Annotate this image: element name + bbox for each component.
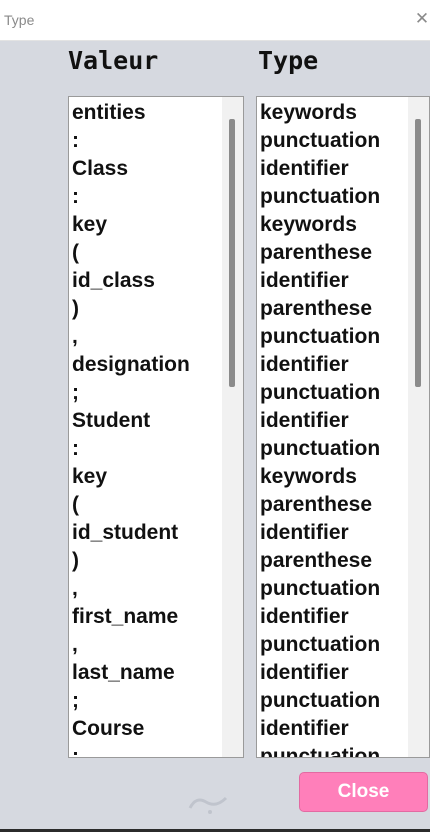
type-list-item[interactable]: parenthese — [260, 489, 409, 517]
type-list-item[interactable]: punctuation — [260, 685, 409, 713]
type-list-item[interactable]: parenthese — [260, 545, 409, 573]
type-list-item[interactable]: identifier — [260, 405, 409, 433]
type-column-header: Type — [258, 46, 319, 75]
valeur-list-item[interactable]: , — [72, 573, 223, 601]
type-scrollbar[interactable] — [408, 97, 429, 757]
type-list: keywords punctuation identifier punctuation… — [260, 97, 409, 757]
valeur-list-item[interactable]: ) — [72, 545, 223, 573]
type-list-item[interactable]: punctuation — [260, 573, 409, 601]
type-list-item[interactable]: punctuation — [260, 321, 409, 349]
valeur-list-item[interactable]: ( — [72, 489, 223, 517]
valeur-list-item[interactable]: , — [72, 321, 223, 349]
close-button[interactable]: Close — [299, 772, 428, 812]
valeur-list-item[interactable]: : — [72, 433, 223, 461]
type-list-item[interactable]: keywords — [260, 97, 409, 125]
valeur-list-item[interactable]: : — [72, 181, 223, 209]
type-list-item[interactable]: identifier — [260, 265, 409, 293]
watermark-logo — [188, 796, 228, 814]
valeur-list-item[interactable]: , — [72, 629, 223, 657]
valeur-list-item[interactable]: key — [72, 209, 223, 237]
type-scrollbar-thumb[interactable] — [415, 119, 421, 387]
valeur-list-item[interactable]: Course — [72, 713, 223, 741]
valeur-list-item[interactable]: ( — [72, 237, 223, 265]
type-list-item[interactable]: punctuation — [260, 181, 409, 209]
valeur-list-item[interactable]: designation — [72, 349, 223, 377]
valeur-list-item[interactable]: Student — [72, 405, 223, 433]
type-list-item[interactable]: punctuation — [260, 741, 409, 757]
valeur-list-item[interactable]: ; — [72, 685, 223, 713]
valeur-list-item[interactable]: id_student — [72, 517, 223, 545]
valeur-list-item[interactable]: first_name — [72, 601, 223, 629]
valeur-list: entities: Class: key(id_class), designation… — [72, 97, 223, 757]
title-bar: Type ✕ — [0, 0, 430, 41]
type-list-item[interactable]: punctuation — [260, 377, 409, 405]
type-list-item[interactable]: parenthese — [260, 293, 409, 321]
valeur-list-item[interactable]: entities — [72, 97, 223, 125]
type-list-item[interactable]: identifier — [260, 713, 409, 741]
valeur-list-item[interactable]: key — [72, 461, 223, 489]
valeur-list-item[interactable]: ; — [72, 377, 223, 405]
type-list-item[interactable]: parenthese — [260, 237, 409, 265]
window-close-icon[interactable]: ✕ — [414, 10, 430, 28]
type-listbox[interactable]: keywords punctuation identifier punctuation… — [256, 96, 430, 758]
type-list-item[interactable]: identifier — [260, 601, 409, 629]
type-list-item[interactable]: keywords — [260, 209, 409, 237]
type-list-item[interactable]: identifier — [260, 153, 409, 181]
valeur-scrollbar-thumb[interactable] — [229, 119, 235, 387]
type-list-item[interactable]: identifier — [260, 517, 409, 545]
type-list-item[interactable]: punctuation — [260, 433, 409, 461]
valeur-list-item[interactable]: ) — [72, 293, 223, 321]
type-list-item[interactable]: identifier — [260, 349, 409, 377]
type-list-item[interactable]: punctuation — [260, 629, 409, 657]
valeur-column-header: Valeur — [68, 46, 159, 75]
valeur-scrollbar[interactable] — [222, 97, 243, 757]
valeur-list-item[interactable]: last_name — [72, 657, 223, 685]
valeur-list-item[interactable]: id_class — [72, 265, 223, 293]
window-title: Type — [4, 12, 35, 28]
valeur-list-item[interactable]: : — [72, 741, 223, 757]
valeur-list-item[interactable]: : — [72, 125, 223, 153]
type-list-item[interactable]: identifier — [260, 657, 409, 685]
type-list-item[interactable]: punctuation — [260, 125, 409, 153]
type-list-item[interactable]: keywords — [260, 461, 409, 489]
valeur-list-item[interactable]: Class — [72, 153, 223, 181]
valeur-listbox[interactable]: entities: Class: key(id_class), designation… — [68, 96, 244, 758]
